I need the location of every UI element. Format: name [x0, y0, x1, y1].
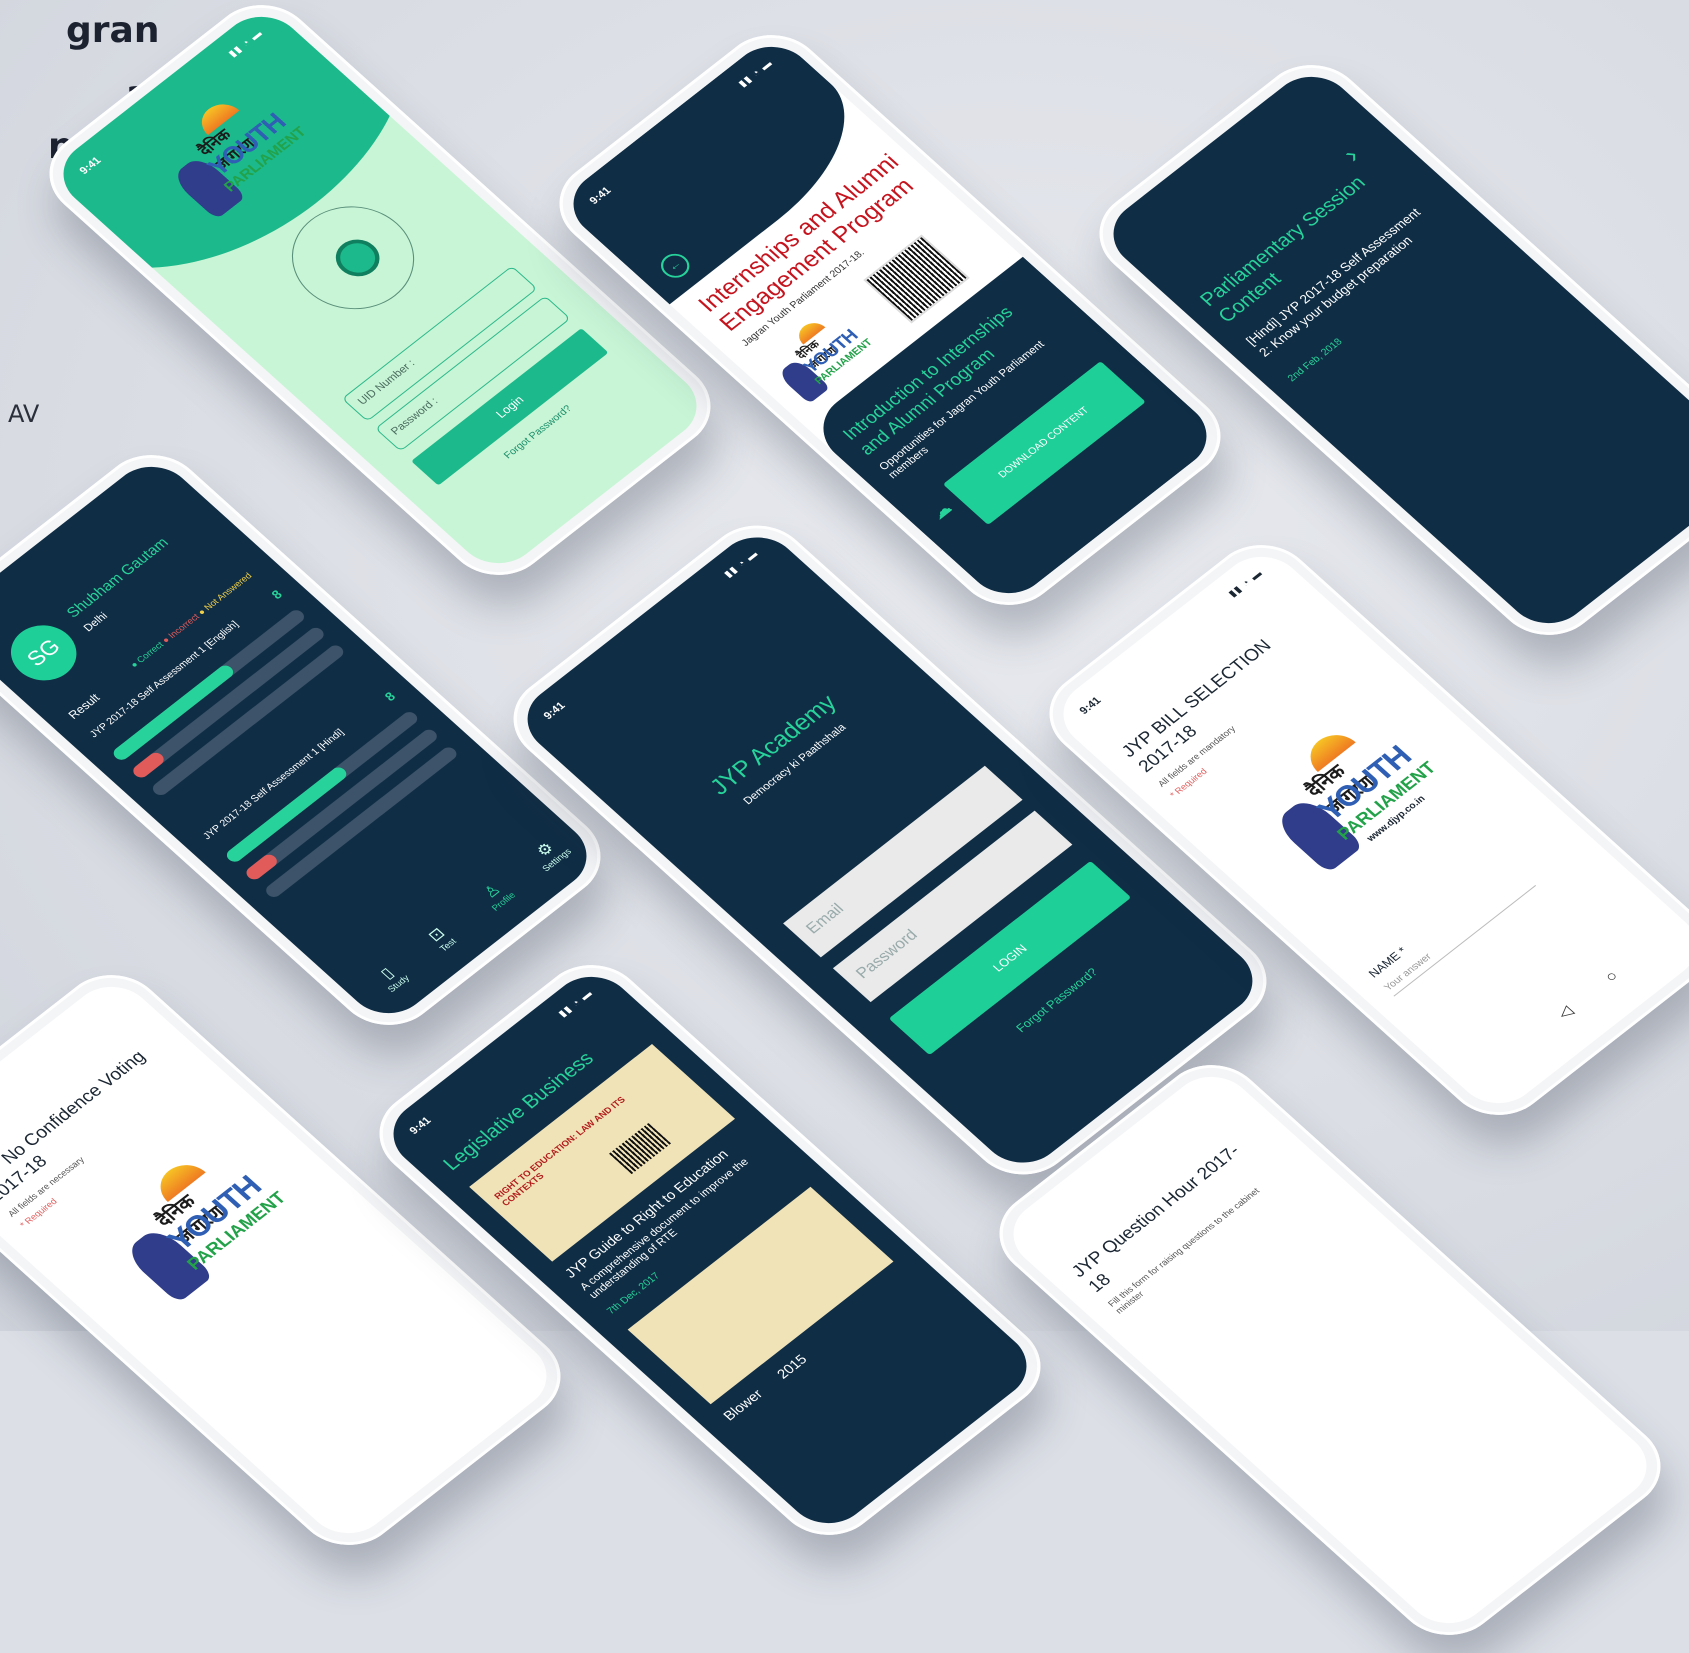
status-time: 9:41: [1077, 695, 1104, 717]
form-title: JYP No Confidence Voting 2017-18: [0, 1046, 150, 1206]
form-title: JYP BILL SELECTION 2017-18: [1117, 635, 1276, 776]
youth-parliament-logo: दैनिक जागरण YOUTH PARLIAMENT: [95, 1147, 290, 1310]
legend-not-answered: Not Answered: [201, 570, 254, 613]
nav-profile[interactable]: ♙ Profile: [475, 877, 517, 912]
nav-test[interactable]: ⊡ Test: [423, 923, 458, 953]
test-score: 8: [381, 689, 399, 704]
signal-icon: ▮▮ ◔ ▬: [722, 548, 761, 580]
youth-parliament-logo: दैनिक जागरण YOUTH PARLIAMENT www.djyp.co…: [1245, 717, 1440, 880]
nav-study[interactable]: ▯ Study: [371, 959, 412, 994]
download-content-button[interactable]: DOWNLOAD CONTENT: [942, 361, 1146, 526]
barcode-image: [609, 1122, 672, 1175]
progress-bar-correct: [110, 607, 308, 763]
status-time: 9:41: [541, 700, 568, 722]
section-result-label: Result: [65, 691, 103, 722]
progress-fill-not-answered: [149, 788, 161, 798]
cloud-download-icon: ☁: [926, 498, 957, 524]
user-name: Shubham Gautam: [63, 534, 173, 622]
progress-fill-not-answered: [263, 890, 274, 900]
android-home-icon[interactable]: ○: [1602, 968, 1623, 986]
academy-subtitle: Democracy ki Paathshala: [741, 721, 849, 807]
progress-fill-incorrect: [243, 852, 281, 882]
progress-fill-incorrect: [130, 750, 167, 781]
avatar[interactable]: SG: [0, 613, 90, 692]
nav-settings[interactable]: ⚙ Settings: [525, 833, 574, 873]
user-city: Delhi: [81, 610, 111, 635]
session-item-date: 2nd Feb, 2018: [1285, 336, 1345, 384]
status-time: 9:41: [407, 1115, 434, 1137]
document-cover[interactable]: RIGHT TO EDUCATION: LAW AND ITS CONTEXTS: [469, 1044, 736, 1262]
legend-correct: Correct: [134, 639, 166, 665]
signal-icon: ▮▮ ◔ ▬: [1226, 568, 1266, 600]
item2-date: 2015: [773, 1351, 810, 1382]
side-text: AV: [8, 400, 40, 428]
android-back-icon[interactable]: ◁: [1553, 1002, 1578, 1023]
academy-title: JYP Academy: [704, 689, 843, 801]
signal-icon: ▮▮ ◔ ▬: [556, 988, 596, 1020]
test-score: 8: [268, 587, 286, 602]
legend-incorrect: Incorrect: [166, 611, 202, 641]
name-answer-input[interactable]: Your answer: [1382, 874, 1537, 997]
headline-line-1: gran: [66, 10, 160, 51]
